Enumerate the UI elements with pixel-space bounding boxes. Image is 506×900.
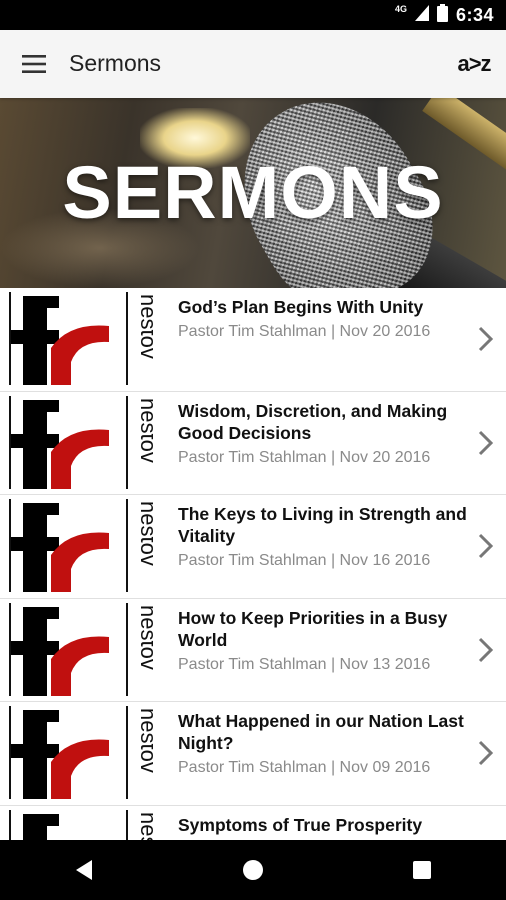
sermon-title-text: How to Keep Priorities in a Busy World <box>178 607 448 650</box>
church-logo-thumbnail: nestov <box>9 809 153 841</box>
signal-icon <box>414 4 429 26</box>
battery-icon <box>436 3 448 27</box>
thumb-text: nestov <box>136 501 153 566</box>
network-type-label: 4G <box>394 4 407 14</box>
sermons-banner: SERMONS <box>0 98 506 288</box>
church-logo-thumbnail: nestov <box>9 706 153 799</box>
page-title: Sermons <box>69 50 162 76</box>
hamburger-icon <box>22 55 46 73</box>
back-triangle-icon <box>76 860 93 880</box>
church-logo-thumbnail: nestov <box>9 395 153 489</box>
clock: 6:34 <box>455 4 494 25</box>
sermon-meta: Pastor Tim Stahlman | Nov 20 2016 <box>178 448 431 466</box>
thumb-text: nestov <box>136 812 153 841</box>
chevron-right-icon <box>474 738 496 768</box>
sermon-title: Wisdom, Discretion, and Making Good Deci… <box>178 400 468 469</box>
sort-az-button[interactable]: a>z <box>450 46 498 82</box>
sermon-title-text: God’s Plan Begins With Unity <box>178 297 424 317</box>
chevron-right-icon <box>474 428 496 458</box>
sermon-title-text: Wisdom, Discretion, and Making Good Deci… <box>178 400 448 443</box>
sermon-list-item[interactable]: nestov How to Keep Priorities in a Busy W… <box>0 598 506 702</box>
sermon-title: Symptoms of True ProsperityPastor Tim St… <box>178 814 468 841</box>
app-bar: Sermons a>z <box>0 30 506 98</box>
sermon-meta: Pastor Tim Stahlman | Nov 13 2016 <box>178 655 431 673</box>
chevron-right-icon <box>474 635 496 665</box>
thumb-text: nestov <box>136 398 153 463</box>
sermon-title: How to Keep Priorities in a Busy World Pa… <box>178 607 468 676</box>
recents-button[interactable] <box>392 840 452 900</box>
sermon-list: nestov God’s Plan Begins With Unity Pastor… <box>0 288 506 840</box>
status-bar: 4G 6:34 <box>0 0 506 30</box>
sermon-title-text: The Keys to Living in Strength and Vital… <box>178 504 467 546</box>
home-button[interactable] <box>223 840 283 900</box>
sermon-meta: Pastor Tim Stahlman | Nov 09 2016 <box>178 759 431 776</box>
sermon-list-item[interactable]: nestov Symptoms of True ProsperityPastor … <box>0 805 506 841</box>
sermon-list-item[interactable]: nestov Wisdom, Discretion, and Making Goo… <box>0 391 506 495</box>
banner-title: SERMONS <box>62 151 444 234</box>
chevron-right-icon <box>474 324 496 354</box>
sermon-meta: Pastor Tim Stahlman | Nov 20 2016 <box>178 323 431 340</box>
menu-button[interactable] <box>14 44 54 84</box>
sermon-title-text: What Happened in our Nation Last Night? <box>178 711 464 753</box>
navigation-bar <box>0 840 506 900</box>
sermon-title-text: Symptoms of True Prosperity <box>178 814 423 835</box>
sermon-list-item[interactable]: nestov God’s Plan Begins With Unity Pastor… <box>0 288 506 392</box>
sermon-list-item[interactable]: nestov What Happened in our Nation Last N… <box>0 702 506 806</box>
thumb-text: nestov <box>136 294 153 359</box>
chevron-right-icon <box>474 531 496 561</box>
church-logo-thumbnail: nestov <box>9 292 153 385</box>
church-logo-thumbnail: nestov <box>9 602 153 696</box>
church-logo-thumbnail: nestov <box>9 499 153 592</box>
sermon-title: God’s Plan Begins With Unity Pastor Tim S… <box>178 296 468 343</box>
back-button[interactable] <box>54 840 114 900</box>
sermon-title: What Happened in our Nation Last Night? P… <box>178 710 468 779</box>
sermon-list-item[interactable]: nestov The Keys to Living in Strength and… <box>0 495 506 599</box>
sort-az-icon: a>z <box>457 51 491 76</box>
home-circle-icon <box>242 860 263 880</box>
sermon-meta: Pastor Tim Stahlman | Nov 16 2016 <box>178 552 431 569</box>
thumb-text: nestov <box>136 605 153 670</box>
thumb-text: nestov <box>136 708 153 773</box>
recents-square-icon <box>412 861 431 879</box>
sermon-title: The Keys to Living in Strength and Vital… <box>178 503 468 572</box>
